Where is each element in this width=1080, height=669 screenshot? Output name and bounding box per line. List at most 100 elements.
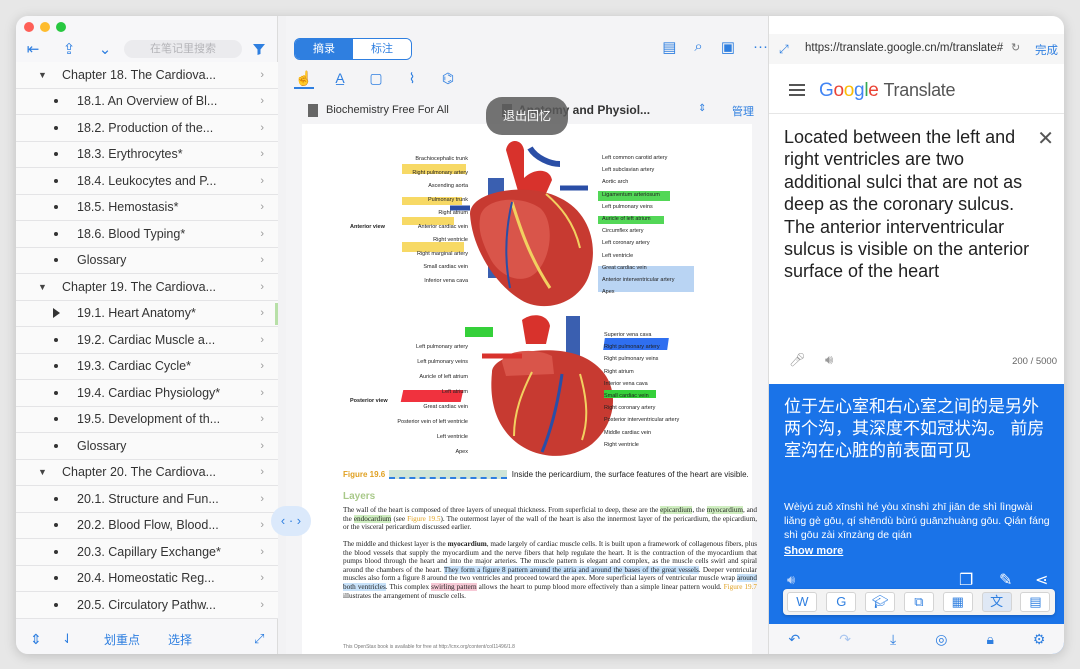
- filter-icon[interactable]: [250, 40, 268, 58]
- toc-section-item[interactable]: 20.5. Circulatory Pathw... ›: [16, 592, 278, 619]
- figure-label: Right pulmonary veins: [604, 356, 659, 363]
- tab-annotate[interactable]: 标注: [353, 39, 411, 59]
- text-tool-icon[interactable]: A̲: [330, 70, 350, 89]
- current-item-marker: [53, 308, 60, 319]
- bullet-icon: [54, 602, 58, 607]
- speaker-icon[interactable]: 🔊︎: [787, 572, 795, 588]
- save-icon[interactable]: ▣: [721, 38, 735, 56]
- disclosure-triangle-icon[interactable]: ▼: [38, 282, 47, 292]
- toc-section-item[interactable]: 18.1. An Overview of Bl... ›: [16, 88, 278, 115]
- highlighted-term[interactable]: epicardium: [660, 506, 693, 514]
- url-field[interactable]: https://translate.google.cn/m/translate#: [805, 42, 1025, 54]
- google-icon[interactable]: G: [826, 592, 857, 612]
- disclosure-triangle-icon[interactable]: ▼: [38, 70, 47, 80]
- menu-icon[interactable]: [789, 84, 805, 99]
- pdf-icon[interactable]: ▤: [1020, 592, 1051, 612]
- toc-section-item[interactable]: 19.5. Development of th... ›: [16, 406, 278, 433]
- more-icon[interactable]: ···: [753, 38, 768, 56]
- toc-section-item[interactable]: 19.2. Cardiac Muscle a... ›: [16, 327, 278, 354]
- highlighted-term[interactable]: swirling pattern: [431, 582, 477, 591]
- microphone-icon[interactable]: 🎤︎: [789, 352, 806, 368]
- toc-section-item[interactable]: 20.3. Capillary Exchange* ›: [16, 539, 278, 566]
- highlighted-term[interactable]: endocardium: [353, 514, 392, 523]
- highlighted-term[interactable]: myocardium: [706, 506, 743, 514]
- figure-link[interactable]: Figure 19.7: [724, 583, 757, 591]
- highlight-button[interactable]: 划重点: [104, 631, 140, 648]
- fullscreen-icon[interactable]: ⤢: [254, 631, 264, 647]
- source-text[interactable]: Located between the left and right ventr…: [784, 126, 1039, 283]
- toc-section-item[interactable]: 18.6. Blood Typing* ›: [16, 221, 278, 248]
- forward-icon[interactable]: ↷: [839, 631, 851, 648]
- toc-section-item[interactable]: 19.4. Cardiac Physiology* ›: [16, 380, 278, 407]
- disclosure-triangle-icon[interactable]: ▼: [38, 467, 47, 477]
- tab-excerpt[interactable]: 摘录: [295, 39, 353, 59]
- share-icon[interactable]: ⇪: [60, 40, 78, 58]
- word-icon[interactable]: W: [787, 592, 818, 612]
- mode-segmented-control: 摘录 标注: [294, 38, 412, 60]
- speaker-icon[interactable]: 🔊︎: [825, 352, 833, 368]
- done-button[interactable]: 完成: [1035, 42, 1058, 58]
- highlighted-sentence[interactable]: They form a figure 8 pattern around the …: [443, 565, 699, 574]
- toc-item-label: 20.1. Structure and Fun...: [77, 491, 219, 506]
- ocr-tool-icon[interactable]: ⌬: [438, 70, 458, 89]
- toc-section-item[interactable]: Glossary ›: [16, 433, 278, 460]
- figure-link[interactable]: Figure 19.5: [407, 515, 440, 523]
- download-icon[interactable]: ⤓: [890, 631, 896, 648]
- toc-section-item[interactable]: 19.3. Cardiac Cycle* ›: [16, 353, 278, 380]
- expand-icon[interactable]: ⤢: [779, 42, 789, 57]
- rectangle-tool-icon[interactable]: ▢: [366, 70, 386, 89]
- figure-label: Left pulmonary veins: [602, 203, 653, 210]
- show-more-link[interactable]: Show more: [784, 545, 843, 557]
- lasso-tool-icon[interactable]: ⌇: [402, 70, 422, 89]
- screenshot-icon[interactable]: ⧉: [903, 592, 934, 612]
- source-tools: 🎤︎ 🔊︎ 200 / 5000: [769, 348, 1064, 372]
- pointer-tool-icon[interactable]: ☝: [294, 70, 314, 89]
- expand-all-icon[interactable]: ⇕: [30, 631, 42, 648]
- copy-icon[interactable]: ❐: [959, 570, 973, 590]
- figure-label: Left ventricle: [436, 434, 468, 440]
- close-window-button[interactable]: [24, 22, 34, 32]
- exit-recall-tooltip[interactable]: 退出回忆: [486, 97, 568, 135]
- manage-button[interactable]: 管理: [732, 103, 754, 119]
- share-icon[interactable]: ⋖: [1035, 570, 1048, 590]
- toc-chapter-item[interactable]: ▼ Chapter 19. The Cardiova... ›: [16, 274, 278, 301]
- lock-icon[interactable]: 🔒︎: [986, 631, 993, 648]
- note-search-input[interactable]: 在笔记里搜索: [124, 40, 242, 58]
- toc-chapter-item[interactable]: ▼ Chapter 18. The Cardiova... ›: [16, 62, 278, 89]
- pinyin-text: Wèiyú zuǒ xīnshì hé yòu xīnshì zhī jiān …: [784, 501, 1050, 541]
- collapse-sidebar-icon[interactable]: ⇤: [24, 40, 42, 58]
- toc-section-item[interactable]: Glossary ›: [16, 247, 278, 274]
- sort-icon[interactable]: ⇃: [62, 631, 73, 647]
- zoom-window-button[interactable]: [56, 22, 66, 32]
- scholar-icon[interactable]: 🎓︎: [865, 592, 896, 612]
- browser-bottom-nav: ↶ ↷ ⤓ ◎ 🔒︎ ⚙: [769, 624, 1064, 654]
- panel-resize-handle[interactable]: ‹ · ›: [271, 506, 311, 536]
- chevron-right-icon: ›: [260, 413, 264, 426]
- minimize-window-button[interactable]: [40, 22, 50, 32]
- document-icon[interactable]: ▤: [662, 38, 676, 56]
- translate-icon[interactable]: 文: [981, 592, 1012, 612]
- toc-chapter-item[interactable]: ▼ Chapter 20. The Cardiova... ›: [16, 459, 278, 486]
- back-icon[interactable]: ↶: [789, 631, 801, 648]
- compass-icon[interactable]: ◎: [935, 631, 947, 648]
- reload-icon[interactable]: ↻: [1011, 41, 1020, 54]
- bullet-icon: [54, 125, 58, 130]
- toc-section-item[interactable]: 20.1. Structure and Fun... ›: [16, 486, 278, 513]
- doc-tab-left[interactable]: Biochemistry Free For All: [326, 104, 449, 116]
- settings-icon[interactable]: ⚙: [1033, 631, 1046, 648]
- sort-toggle-icon[interactable]: ⇕: [698, 103, 706, 114]
- chevron-down-icon[interactable]: ⌄: [96, 40, 114, 58]
- toc-section-item[interactable]: 18.5. Hemostasis* ›: [16, 194, 278, 221]
- toc-section-item[interactable]: 18.4. Leukocytes and P... ›: [16, 168, 278, 195]
- clear-text-icon[interactable]: ✕: [1037, 126, 1054, 151]
- toc-section-item[interactable]: 18.3. Erythrocytes* ›: [16, 141, 278, 168]
- search-icon[interactable]: ⌕: [694, 38, 702, 56]
- chevron-right-icon: ›: [260, 201, 264, 214]
- select-button[interactable]: 选择: [168, 631, 192, 648]
- toc-section-item[interactable]: 20.4. Homeostatic Reg... ›: [16, 565, 278, 592]
- image-icon[interactable]: ▦: [942, 592, 973, 612]
- toc-section-item[interactable]: 19.1. Heart Anatomy* ›: [16, 300, 278, 327]
- toc-section-item[interactable]: 20.2. Blood Flow, Blood... ›: [16, 512, 278, 539]
- edit-icon[interactable]: ✎: [999, 570, 1012, 590]
- toc-section-item[interactable]: 18.2. Production of the... ›: [16, 115, 278, 142]
